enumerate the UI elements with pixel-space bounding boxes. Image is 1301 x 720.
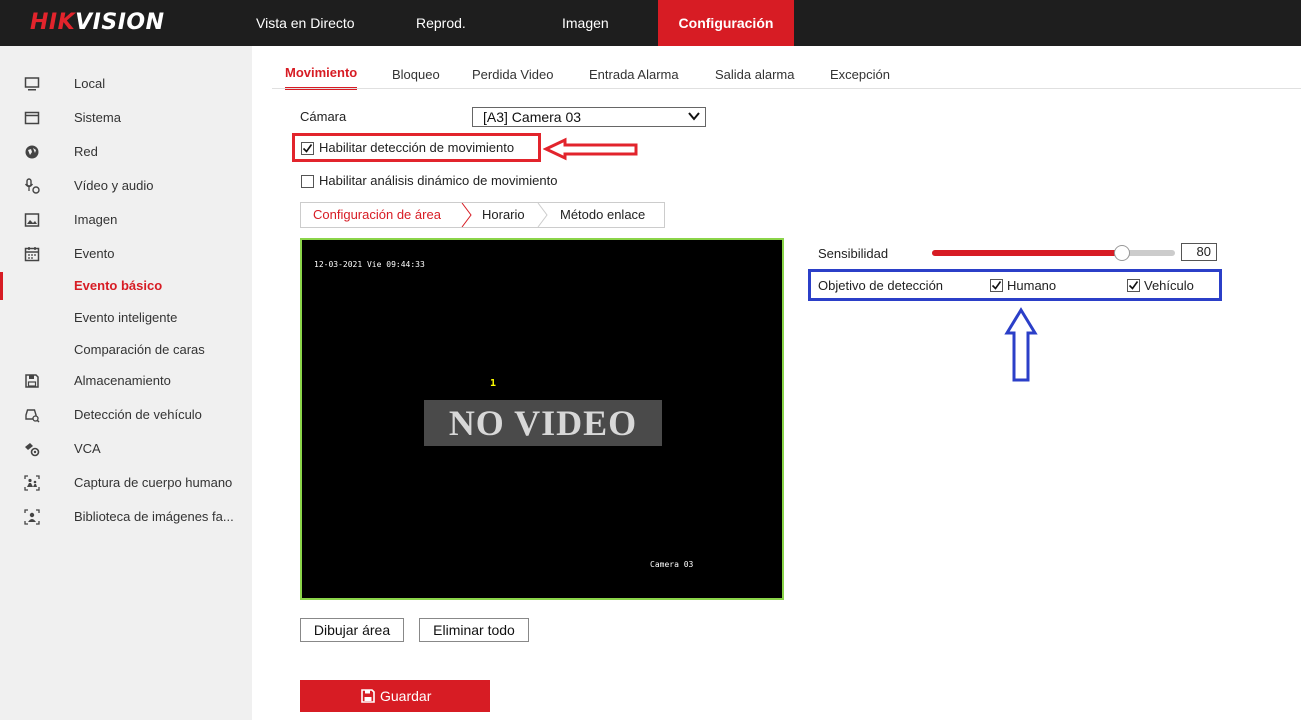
sidebar-item-face-library[interactable]: Biblioteca de imágenes fa... bbox=[0, 503, 252, 531]
sidebar-item-network[interactable]: Red bbox=[0, 138, 252, 166]
subtab-bar: Configuración de área Horario Método enl… bbox=[300, 202, 665, 228]
save-icon bbox=[361, 689, 375, 703]
clear-all-button[interactable]: Eliminar todo bbox=[419, 618, 529, 642]
tab-divider bbox=[272, 88, 1301, 89]
sidebar-item-image[interactable]: Imagen bbox=[0, 206, 252, 234]
subtab-separator-icon bbox=[537, 203, 548, 227]
camera-select-value: [A3] Camera 03 bbox=[483, 109, 582, 125]
tab-motion[interactable]: Movimiento bbox=[285, 60, 358, 90]
chevron-down-icon bbox=[688, 112, 700, 121]
face-library-icon bbox=[24, 509, 40, 525]
enable-dynamic-analysis-label: Habilitar análisis dinámico de movimient… bbox=[319, 173, 558, 188]
sensitivity-slider-fill bbox=[932, 250, 1122, 256]
tab-alarm-output[interactable]: Salida alarma bbox=[715, 60, 795, 90]
camera-select[interactable]: [A3] Camera 03 bbox=[472, 107, 706, 127]
vehicle-search-icon bbox=[25, 409, 40, 423]
blue-highlight-box bbox=[808, 269, 1222, 301]
sidebar-item-event[interactable]: Evento bbox=[0, 240, 252, 268]
globe-icon bbox=[25, 145, 39, 159]
red-arrow-left-icon bbox=[543, 137, 638, 161]
tab-tamper[interactable]: Bloqueo bbox=[392, 60, 440, 90]
sidebar-item-human-body-capture[interactable]: Captura de cuerpo humano bbox=[0, 469, 252, 497]
blue-arrow-up-icon bbox=[1004, 307, 1038, 382]
video-timestamp: 12-03-2021 Vie 09:44:33 bbox=[314, 260, 425, 269]
subtab-schedule[interactable]: Horario bbox=[482, 203, 525, 227]
sidebar-item-storage[interactable]: Almacenamiento bbox=[0, 367, 252, 395]
storage-icon bbox=[25, 374, 39, 388]
vca-icon bbox=[25, 443, 40, 457]
sidebar: Local Sistema Red Vídeo y audio Imagen E… bbox=[0, 46, 252, 720]
body-capture-icon bbox=[24, 475, 40, 491]
subtab-linkage-method[interactable]: Método enlace bbox=[560, 203, 645, 227]
sidebar-item-smart-event[interactable]: Evento inteligente bbox=[0, 304, 252, 332]
sidebar-item-system[interactable]: Sistema bbox=[0, 104, 252, 132]
hikvision-logo: HIKVISION bbox=[30, 10, 165, 35]
red-highlight-box bbox=[292, 133, 541, 162]
save-button-label: Guardar bbox=[380, 688, 432, 704]
sidebar-item-basic-event[interactable]: Evento básico bbox=[0, 272, 252, 300]
sidebar-item-local[interactable]: Local bbox=[0, 70, 252, 98]
sidebar-item-vca[interactable]: VCA bbox=[0, 435, 252, 463]
enable-dynamic-analysis-checkbox[interactable] bbox=[301, 175, 314, 188]
sensitivity-slider[interactable] bbox=[932, 245, 1175, 261]
tab-exception[interactable]: Excepción bbox=[830, 60, 890, 90]
video-camera-name: Camera 03 bbox=[650, 560, 694, 569]
calendar-icon bbox=[24, 247, 40, 262]
sidebar-item-video-audio[interactable]: Vídeo y audio bbox=[0, 172, 252, 200]
image-icon bbox=[24, 213, 40, 227]
top-navigation-bar: HIKVISION Vista en Directo Reprod. Image… bbox=[0, 0, 1301, 46]
subtab-separator-icon bbox=[461, 203, 472, 227]
sensitivity-slider-handle[interactable] bbox=[1114, 245, 1130, 261]
area-marker: 1 bbox=[490, 378, 497, 389]
save-button[interactable]: Guardar bbox=[300, 680, 490, 712]
nav-configuration[interactable]: Configuración bbox=[658, 0, 794, 46]
video-audio-icon bbox=[24, 178, 40, 194]
nav-playback[interactable]: Reprod. bbox=[416, 0, 466, 46]
camera-label: Cámara bbox=[300, 109, 347, 124]
draw-area-button[interactable]: Dibujar área bbox=[300, 618, 404, 642]
subtab-area-settings[interactable]: Configuración de área bbox=[313, 203, 441, 227]
sensitivity-label: Sensibilidad bbox=[818, 246, 889, 261]
monitor-icon bbox=[24, 77, 40, 91]
sensitivity-value-field[interactable]: 80 bbox=[1181, 243, 1217, 261]
nav-image[interactable]: Imagen bbox=[562, 0, 609, 46]
no-video-overlay: NO VIDEO bbox=[424, 400, 662, 446]
nav-live-view[interactable]: Vista en Directo bbox=[256, 0, 355, 46]
system-icon bbox=[24, 111, 40, 125]
tab-alarm-input[interactable]: Entrada Alarma bbox=[589, 60, 679, 90]
video-preview[interactable]: 12-03-2021 Vie 09:44:33 1 NO VIDEO Camer… bbox=[300, 238, 784, 600]
sidebar-item-face-comparison[interactable]: Comparación de caras bbox=[0, 336, 252, 364]
tab-video-loss[interactable]: Perdida Video bbox=[472, 60, 553, 90]
sidebar-item-vehicle-detection[interactable]: Detección de vehículo bbox=[0, 401, 252, 429]
